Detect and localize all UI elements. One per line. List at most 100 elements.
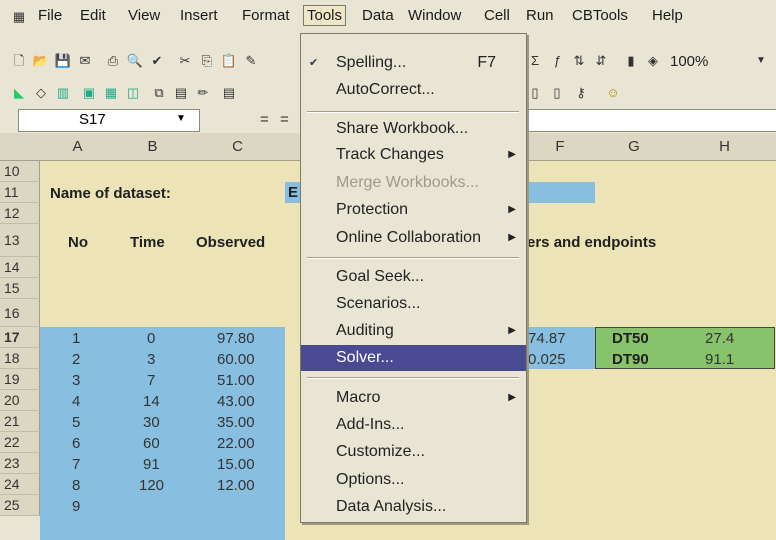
observed-cell[interactable]: 12.00	[217, 477, 255, 494]
menu-data[interactable]: Data	[362, 7, 394, 24]
row-header-23[interactable]: 23	[0, 453, 40, 474]
sort-ascending-icon[interactable]: ⇅	[570, 52, 588, 70]
row-header-15[interactable]: 15	[0, 278, 40, 299]
no-cell[interactable]: 1	[72, 330, 80, 347]
save-icon[interactable]: 💾	[54, 52, 72, 70]
mail-icon[interactable]: ✉	[76, 52, 94, 70]
column-header-b[interactable]: B	[115, 133, 190, 161]
menu-help[interactable]: Help	[652, 7, 683, 24]
time-cell[interactable]: 14	[143, 393, 160, 410]
print-preview-icon[interactable]: 🔍	[126, 52, 144, 70]
menu-item-solver[interactable]: Solver...	[301, 345, 526, 371]
table-icon[interactable]: ▦	[102, 84, 120, 102]
autosum-icon[interactable]: Σ	[526, 52, 544, 70]
parameter-value-2[interactable]: 0.025	[528, 351, 566, 368]
new-icon[interactable]: 🗋	[10, 52, 28, 70]
no-cell[interactable]: 6	[72, 435, 80, 452]
drawing-icon[interactable]: ◈	[644, 52, 662, 70]
menu-cbtools[interactable]: CBTools	[572, 7, 628, 24]
row-header-21[interactable]: 21	[0, 411, 40, 432]
time-cell[interactable]: 3	[147, 351, 155, 368]
time-cell[interactable]: 120	[139, 477, 164, 494]
shape-icon[interactable]: ◇	[32, 84, 50, 102]
observed-cell[interactable]: 35.00	[217, 414, 255, 431]
observed-cell[interactable]: 22.00	[217, 435, 255, 452]
select-all-corner[interactable]	[0, 133, 40, 161]
paste-icon[interactable]: 📋	[220, 52, 238, 70]
spelling-icon[interactable]: ✔	[148, 52, 166, 70]
observed-cell[interactable]: 97.80	[217, 330, 255, 347]
menu-item-share-workbook[interactable]: Share Workbook...	[301, 116, 526, 142]
menu-item-add-ins[interactable]: Add-Ins...	[301, 412, 526, 438]
menu-edit[interactable]: Edit	[80, 7, 106, 24]
menu-cell[interactable]: Cell	[484, 7, 510, 24]
area-chart-icon[interactable]: ◣	[10, 84, 28, 102]
row-header-10[interactable]: 10	[0, 161, 40, 182]
row-header-16[interactable]: 16	[0, 299, 40, 327]
copy-icon[interactable]: ⎘	[198, 52, 216, 70]
time-cell[interactable]: 60	[143, 435, 160, 452]
row-header-22[interactable]: 22	[0, 432, 40, 453]
time-cell[interactable]: 0	[147, 330, 155, 347]
open-icon[interactable]: 📂	[32, 52, 50, 70]
time-cell[interactable]: 91	[143, 456, 160, 473]
row-header-24[interactable]: 24	[0, 474, 40, 495]
menu-run[interactable]: Run	[526, 7, 554, 24]
time-cell[interactable]: 30	[143, 414, 160, 431]
menu-insert[interactable]: Insert	[180, 7, 218, 24]
no-cell[interactable]: 2	[72, 351, 80, 368]
frame-icon[interactable]: ▯	[548, 84, 566, 102]
chart-wizard-icon[interactable]: ▮	[622, 52, 640, 70]
menu-item-data-analysis[interactable]: Data Analysis...	[301, 494, 526, 520]
menu-format[interactable]: Format	[242, 7, 290, 24]
column-header-g[interactable]: G	[595, 133, 673, 161]
name-box-dropdown-icon[interactable]: ▼	[176, 113, 186, 124]
menu-item-goal-seek[interactable]: Goal Seek...	[301, 264, 526, 290]
zoom-level[interactable]: 100%	[670, 53, 708, 70]
column-header-c[interactable]: C	[190, 133, 285, 161]
paste-small-icon[interactable]: ▤	[172, 84, 190, 102]
column-header-f[interactable]: F	[525, 133, 595, 161]
no-cell[interactable]: 5	[72, 414, 80, 431]
menu-item-spelling[interactable]: ✔ Spelling... F7	[301, 50, 526, 76]
key-icon[interactable]: ⚷	[572, 84, 590, 102]
menu-item-autocorrect[interactable]: AutoCorrect...	[301, 77, 526, 103]
window-icon[interactable]: ◫	[124, 84, 142, 102]
cut-icon[interactable]: ✂	[176, 52, 194, 70]
menu-item-auditing[interactable]: Auditing ▶	[301, 318, 526, 344]
menu-item-protection[interactable]: Protection ▶	[301, 197, 526, 223]
no-cell[interactable]: 3	[72, 372, 80, 389]
pencil-icon[interactable]: ✏	[194, 84, 212, 102]
no-cell[interactable]: 4	[72, 393, 80, 410]
print-icon[interactable]: ⎙	[104, 52, 122, 70]
row-header-19[interactable]: 19	[0, 369, 40, 390]
list-icon[interactable]: ▯	[526, 84, 544, 102]
bar-chart-icon[interactable]: ▥	[54, 84, 72, 102]
dt90-value[interactable]: 91.1	[705, 351, 734, 368]
no-cell[interactable]: 7	[72, 456, 80, 473]
grid-icon[interactable]: ▣	[80, 84, 98, 102]
zoom-dropdown-icon[interactable]: ▼	[752, 52, 770, 70]
menu-item-scenarios[interactable]: Scenarios...	[301, 291, 526, 317]
row-header-20[interactable]: 20	[0, 390, 40, 411]
observed-cell[interactable]: 51.00	[217, 372, 255, 389]
parameter-value-1[interactable]: 74.87	[528, 330, 566, 347]
column-header-a[interactable]: A	[40, 133, 115, 161]
function-icon[interactable]: ƒ	[548, 52, 566, 70]
row-header-14[interactable]: 14	[0, 257, 40, 278]
smiley-icon[interactable]: ☺	[604, 84, 622, 102]
dt50-label[interactable]: DT50	[612, 330, 649, 347]
menu-file[interactable]: File	[38, 7, 62, 24]
menu-item-customize[interactable]: Customize...	[301, 439, 526, 465]
menu-window[interactable]: Window	[408, 7, 461, 24]
time-cell[interactable]: 7	[147, 372, 155, 389]
menu-item-online-collaboration[interactable]: Online Collaboration ▶	[301, 225, 526, 251]
menu-tools[interactable]: Tools	[303, 5, 347, 26]
column-header-h[interactable]: H	[673, 133, 776, 161]
menu-item-track-changes[interactable]: Track Changes ▶	[301, 142, 526, 168]
row-header-18[interactable]: 18	[0, 348, 40, 369]
no-cell[interactable]: 9	[72, 498, 80, 515]
menu-item-options[interactable]: Options...	[301, 467, 526, 493]
copy-small-icon[interactable]: ⧉	[150, 84, 168, 102]
menu-item-macro[interactable]: Macro ▶	[301, 385, 526, 411]
